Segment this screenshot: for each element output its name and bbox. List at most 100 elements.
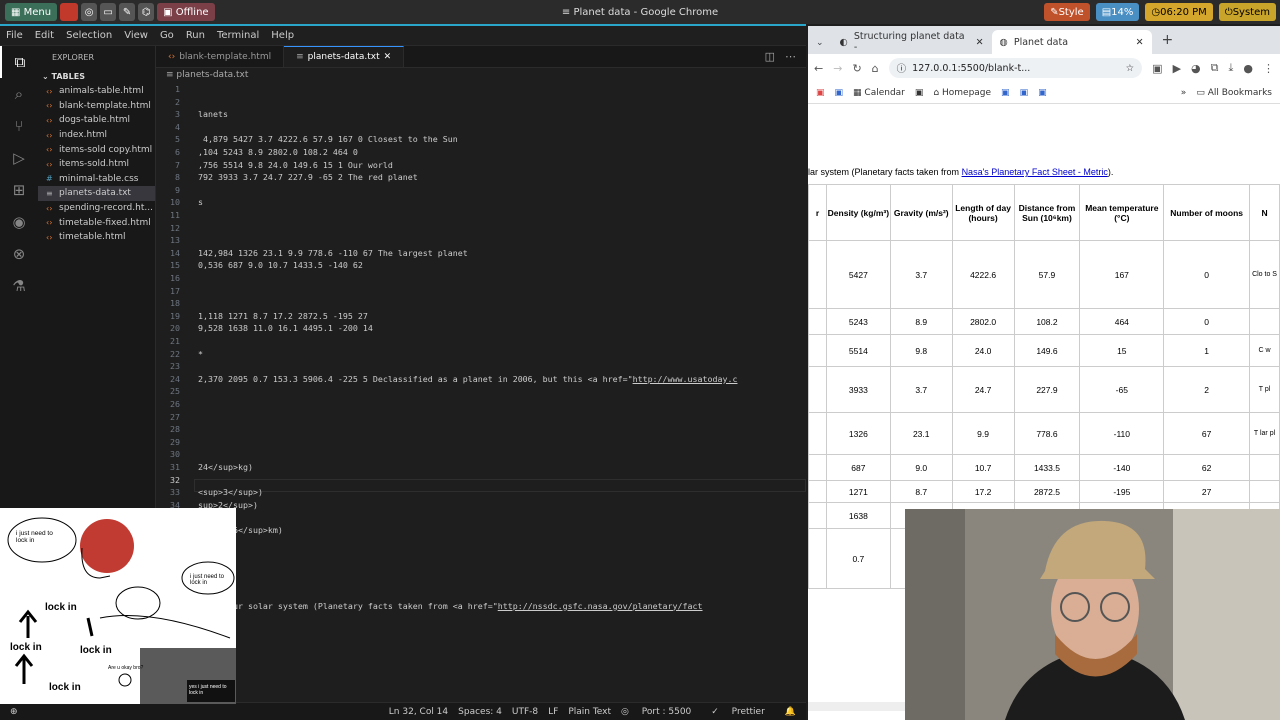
menu-file[interactable]: File — [0, 30, 29, 41]
language-mode[interactable]: Plain Text — [568, 707, 611, 717]
nasa-fact-sheet-link[interactable]: Nasa's Planetary Fact Sheet - Metric — [962, 167, 1108, 177]
new-tab-icon[interactable]: + — [1152, 32, 1184, 54]
file-item[interactable]: ‹› items-sold copy.html — [38, 142, 155, 157]
code-line: 37) — [156, 538, 806, 551]
explorer-icon[interactable]: ⧉ — [0, 46, 38, 78]
bookmark-icon[interactable]: ▣ — [1020, 88, 1029, 98]
tab-blank-template[interactable]: ‹› blank-template.html — [156, 46, 285, 67]
close-icon[interactable]: ✕ — [976, 37, 984, 48]
file-item[interactable]: # minimal-table.css — [38, 172, 155, 187]
file-item[interactable]: ≡ planets-data.txt — [38, 186, 155, 201]
cpu-indicator[interactable]: ▤ 14% — [1095, 3, 1140, 21]
prettier-status[interactable]: ✓ Prettier — [711, 707, 775, 717]
line-number: 23 — [170, 361, 180, 372]
bookmark-homepage[interactable]: ⌂ Homepage — [933, 88, 991, 98]
line-content: 142,984 1326 23.1 9.9 778.6 -110 67 The … — [198, 247, 468, 258]
file-item[interactable]: ‹› dogs-table.html — [38, 113, 155, 128]
editor-launcher-icon[interactable]: ✎ — [119, 3, 136, 21]
bookmark-icon[interactable]: ▣ — [816, 88, 825, 98]
menu-help[interactable]: Help — [265, 30, 300, 41]
address-bar[interactable]: ⓘ 127.0.0.1:5500/blank-t... ☆ — [888, 58, 1143, 78]
forward-icon[interactable]: → — [833, 62, 842, 75]
menu-terminal[interactable]: Terminal — [211, 30, 265, 41]
accounts-status-icon[interactable]: ⊕ — [10, 707, 18, 717]
extensions-puzzle-icon[interactable]: ⧉ — [1211, 61, 1219, 75]
notifications-icon[interactable]: 🔔 — [785, 707, 796, 717]
bookmark-calendar[interactable]: ▦ Calendar — [853, 88, 905, 98]
tab-planets-data[interactable]: ≡ planets-data.txt ✕ — [284, 46, 405, 67]
file-item[interactable]: ‹› timetable-fixed.html — [38, 215, 155, 230]
table-cell: 27 — [1163, 480, 1251, 503]
bookmark-star-icon[interactable]: ☆ — [1126, 63, 1135, 74]
column-header: r — [808, 184, 827, 241]
bookmark-icon[interactable]: ▣ — [835, 88, 844, 98]
chevron-right-icon[interactable]: » — [1181, 88, 1187, 98]
cursor-position[interactable]: Ln 32, Col 14 — [389, 707, 448, 717]
menu-go[interactable]: Go — [154, 30, 180, 41]
browser-launcher-icon[interactable]: ◎ — [81, 3, 98, 21]
file-item[interactable]: ‹› index.html — [38, 128, 155, 143]
tab-structuring-planet-data[interactable]: ◐ Structuring planet data - ✕ — [832, 30, 992, 54]
extension-icon[interactable]: ◕ — [1191, 62, 1201, 75]
vscode-launcher-icon[interactable]: ⌬ — [138, 3, 155, 21]
source-control-icon[interactable]: ⑂ — [0, 110, 38, 142]
url-link[interactable]: http://nssdc.gsfc.nasa.gov/planetary/fac… — [498, 601, 703, 611]
bookmark-icon[interactable]: ▣ — [1038, 88, 1047, 98]
tab-search-icon[interactable]: ⌄ — [808, 38, 832, 54]
app-launcher-red[interactable] — [60, 3, 79, 21]
extensions-icon[interactable]: ⊞ — [0, 174, 38, 206]
breadcrumb[interactable]: ≡ planets-data.txt — [166, 70, 248, 80]
table-cell — [808, 480, 827, 503]
code-line: 4 — [156, 122, 806, 135]
remote-icon[interactable]: ◉ — [0, 206, 38, 238]
clock-icon: ◷ — [1151, 6, 1161, 18]
back-icon[interactable]: ← — [814, 62, 823, 75]
reload-icon[interactable]: ↻ — [852, 62, 861, 75]
file-item[interactable]: ‹› blank-template.html — [38, 99, 155, 114]
extension-icon[interactable]: ▣ — [1152, 62, 1162, 75]
search-icon[interactable]: ⌕ — [0, 78, 38, 110]
extension-icon[interactable]: ▶ — [1173, 62, 1181, 75]
menu-view[interactable]: View — [118, 30, 154, 41]
menu-edit[interactable]: Edit — [29, 30, 60, 41]
eol[interactable]: LF — [548, 707, 558, 717]
folder-tables[interactable]: ⌄ TABLES — [38, 68, 155, 84]
testing-icon[interactable]: ⚗ — [0, 270, 38, 302]
close-icon[interactable]: ✕ — [1136, 37, 1144, 48]
menu-run[interactable]: Run — [180, 30, 211, 41]
chrome-menu-icon[interactable]: ⋮ — [1263, 62, 1274, 75]
code-editor[interactable]: 1 2 3 lanets 4 5 4,879 5427 3.7 4222.6 57.9 1… — [156, 82, 806, 706]
app-menu-button[interactable]: ▦ Menu — [5, 3, 58, 21]
download-icon[interactable]: ⤓ — [1229, 61, 1234, 75]
file-name: planets-data.txt — [59, 188, 131, 199]
file-item[interactable]: ‹› spending-record.ht... — [38, 201, 155, 216]
bookmark-icon[interactable]: ▣ — [915, 88, 924, 98]
avatar[interactable]: ● — [1243, 62, 1253, 75]
file-item[interactable]: ‹› items-sold.html — [38, 157, 155, 172]
split-editor-icon[interactable]: ◫ — [765, 50, 775, 63]
home-icon[interactable]: ⌂ — [872, 62, 879, 75]
tab-planet-data[interactable]: ◍ Planet data ✕ — [991, 30, 1152, 54]
explorer-title: EXPLORER — [52, 52, 94, 62]
more-actions-icon[interactable]: ⋯ — [785, 50, 796, 63]
folder-launcher-icon[interactable]: ▭ — [100, 3, 117, 21]
style-button[interactable]: ✎ Style — [1044, 3, 1090, 21]
power-icon: ⏻ — [1224, 6, 1233, 18]
file-item[interactable]: ‹› timetable.html — [38, 230, 155, 245]
run-debug-icon[interactable]: ▷ — [0, 142, 38, 174]
file-item[interactable]: ‹› animals-table.html — [38, 84, 155, 99]
encoding[interactable]: UTF-8 — [512, 707, 538, 717]
url-link[interactable]: http://www.usatoday.c — [633, 374, 738, 384]
network-status-button[interactable]: ▣ Offline — [157, 3, 215, 21]
line-number: 29 — [170, 436, 180, 447]
bookmark-icon[interactable]: ▣ — [1001, 88, 1010, 98]
indent-setting[interactable]: Spaces: 4 — [458, 707, 502, 717]
table-cell: 1271 — [825, 480, 891, 503]
live-server-port[interactable]: ◎ Port : 5500 — [621, 707, 701, 717]
menu-selection[interactable]: Selection — [60, 30, 118, 41]
all-bookmarks[interactable]: ▭ All Bookmarks — [1196, 88, 1272, 98]
clock[interactable]: ◷ 06:20 PM — [1145, 3, 1213, 21]
accounts-icon[interactable]: ⊗ — [0, 238, 38, 270]
system-button[interactable]: ⏻ System — [1218, 3, 1276, 21]
close-icon[interactable]: ✕ — [384, 52, 392, 62]
